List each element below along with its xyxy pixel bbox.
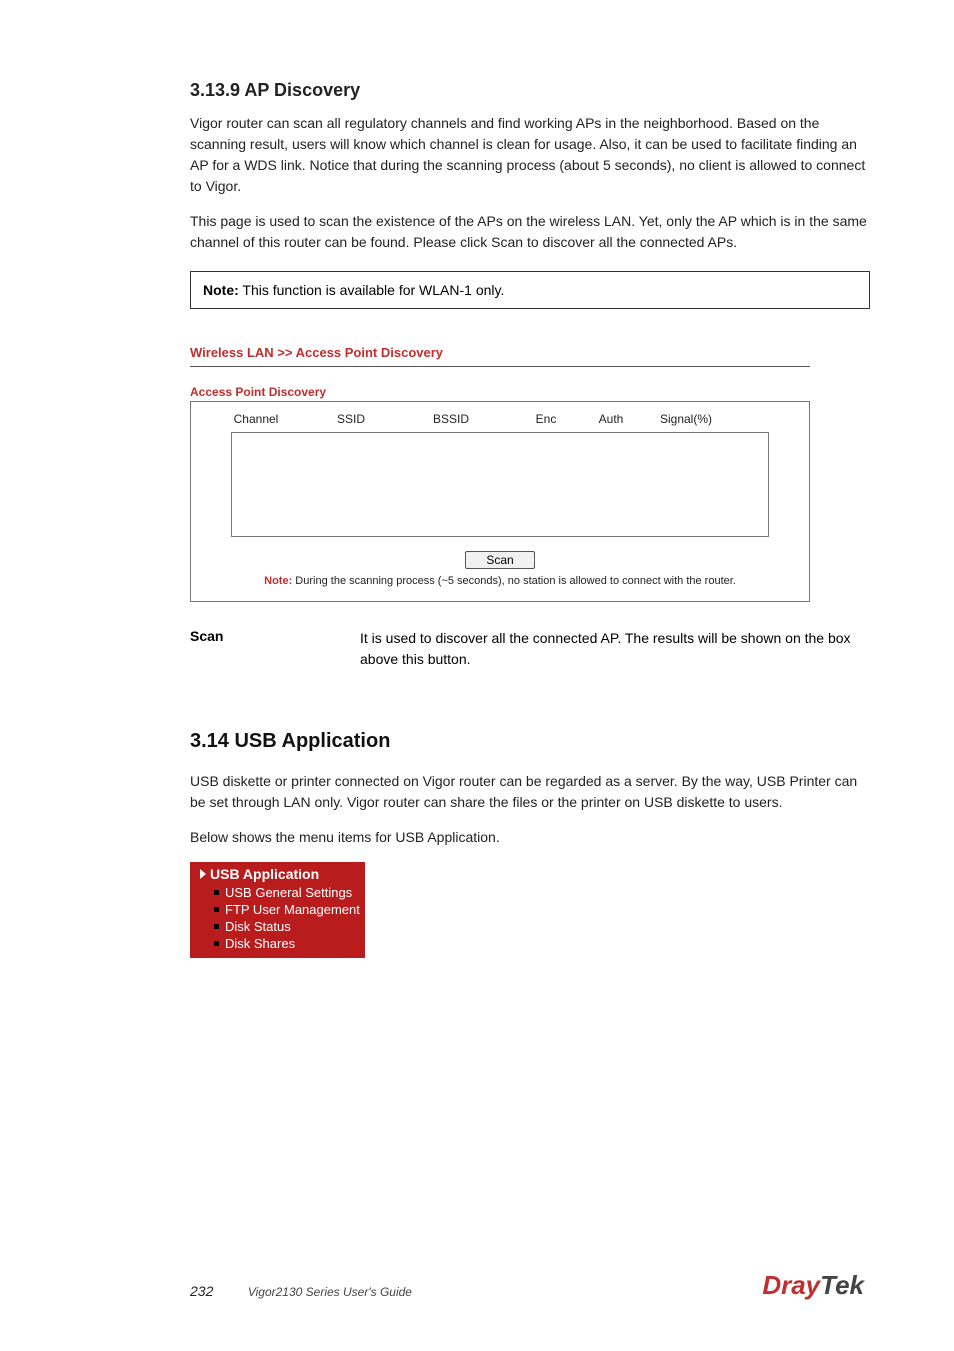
paragraph-1: Vigor router can scan all regulatory cha… (190, 113, 870, 197)
note-label: Note: (203, 282, 239, 298)
ap-list-box (231, 432, 769, 537)
col-signal: Signal(%) (641, 412, 731, 426)
screenshot-note: Note: During the scanning process (~5 se… (201, 575, 799, 587)
bullet-icon (214, 890, 219, 895)
definition-term: Scan (190, 628, 360, 670)
col-auth: Auth (581, 412, 641, 426)
bullet-icon (214, 941, 219, 946)
scan-button[interactable]: Scan (465, 551, 534, 569)
screenshot-container: Wireless LAN >> Access Point Discovery A… (190, 341, 810, 602)
usb-paragraph-2: Below shows the menu items for USB Appli… (190, 827, 870, 848)
screenshot-subheading: Access Point Discovery (190, 385, 810, 399)
usb-nav-item-disk-shares[interactable]: Disk Shares (190, 935, 365, 952)
usb-heading: 3.14 USB Application (190, 730, 870, 753)
usb-nav-head[interactable]: USB Application (190, 864, 365, 884)
col-enc: Enc (511, 412, 581, 426)
section-heading: 3.13.9 AP Discovery (190, 80, 870, 101)
bullet-icon (214, 924, 219, 929)
screenshot-note-text: During the scanning process (~5 seconds)… (292, 575, 736, 587)
manual-title: Vigor2130 Series User's Guide (248, 1285, 412, 1299)
usb-nav-item-label: Disk Shares (225, 936, 295, 951)
definition-row: Scan It is used to discover all the conn… (190, 628, 870, 670)
brand-part1: Dray (762, 1270, 820, 1300)
definition-desc: It is used to discover all the connected… (360, 628, 870, 670)
usb-paragraph-1: USB diskette or printer connected on Vig… (190, 771, 870, 813)
screenshot-note-label: Note: (264, 575, 292, 587)
usb-nav-item-ftp[interactable]: FTP User Management (190, 901, 365, 918)
note-box: Note: This function is available for WLA… (190, 271, 870, 309)
paragraph-2: This page is used to scan the existence … (190, 211, 870, 253)
triangle-right-icon (200, 869, 206, 879)
usb-nav-head-label: USB Application (210, 866, 319, 882)
usb-nav-item-label: Disk Status (225, 919, 291, 934)
usb-nav: USB Application USB General Settings FTP… (190, 862, 365, 958)
bullet-icon (214, 907, 219, 912)
page-number: 232 (190, 1283, 213, 1299)
col-channel: Channel (201, 412, 311, 426)
col-ssid: SSID (311, 412, 391, 426)
note-text: This function is available for WLAN-1 on… (239, 282, 505, 298)
ap-table-header: Channel SSID BSSID Enc Auth Signal(%) (201, 410, 799, 430)
usb-nav-item-disk-status[interactable]: Disk Status (190, 918, 365, 935)
brand-part2: Tek (820, 1270, 864, 1300)
usb-nav-item-label: FTP User Management (225, 902, 360, 917)
col-bssid: BSSID (391, 412, 511, 426)
screenshot-breadcrumb: Wireless LAN >> Access Point Discovery (190, 341, 810, 367)
usb-nav-item-label: USB General Settings (225, 885, 352, 900)
brand-logo: DrayTek (762, 1270, 864, 1301)
page-footer: 232 Vigor2130 Series User's Guide DrayTe… (90, 1270, 864, 1301)
usb-nav-item-general[interactable]: USB General Settings (190, 884, 365, 901)
screenshot-panel: Channel SSID BSSID Enc Auth Signal(%) Sc… (190, 401, 810, 602)
